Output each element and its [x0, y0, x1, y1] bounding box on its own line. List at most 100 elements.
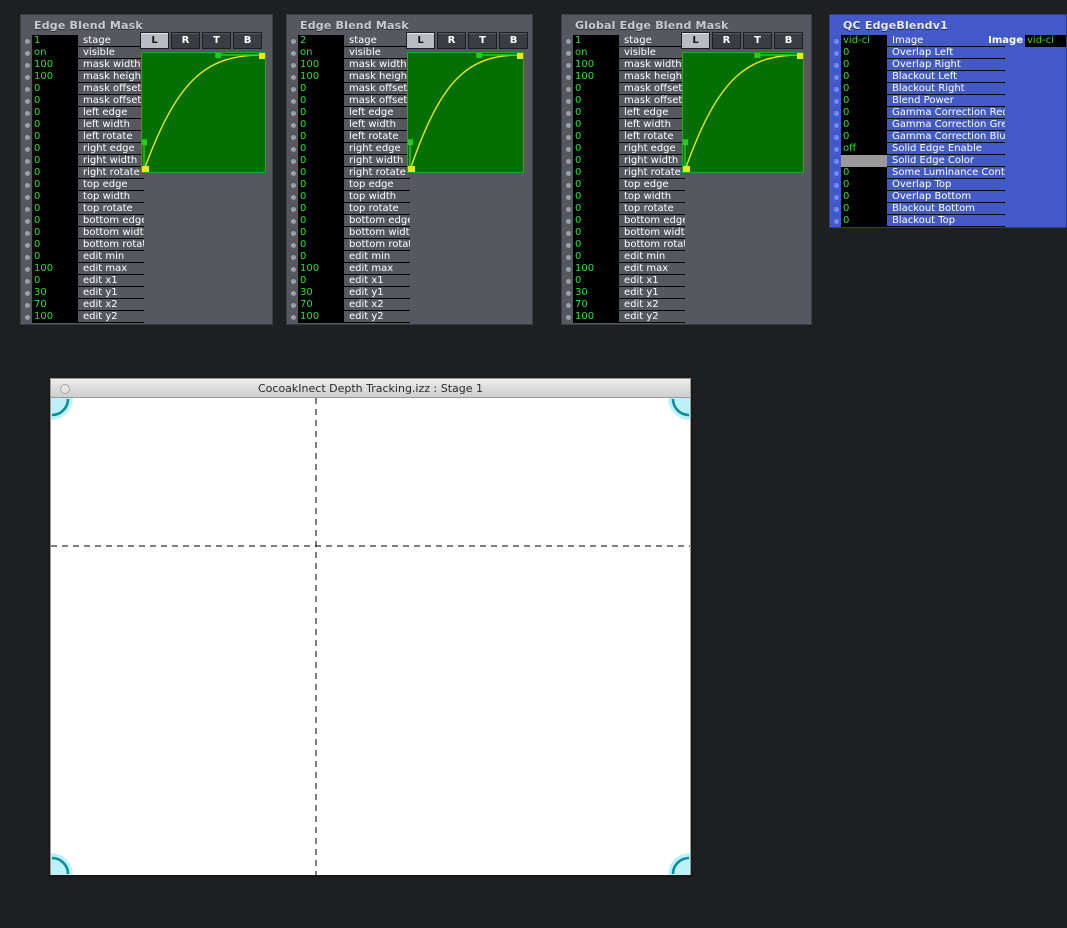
param-bullet-icon[interactable]	[25, 86, 30, 92]
param-bullet-icon[interactable]	[566, 266, 571, 272]
qc-param-row[interactable]: 0 Overlap Bottom	[830, 191, 1066, 203]
param-bullet-icon[interactable]	[25, 254, 30, 260]
param-value[interactable]: 0	[298, 251, 344, 263]
param-value[interactable]: 0	[32, 227, 78, 239]
param-value[interactable]: 0	[298, 215, 344, 227]
param-value[interactable]: 0	[841, 167, 887, 179]
param-bullet-icon[interactable]	[834, 206, 839, 212]
param-value[interactable]: 0	[573, 251, 619, 263]
param-bullet-icon[interactable]	[566, 86, 571, 92]
param-value[interactable]: 0	[298, 107, 344, 119]
param-bullet-icon[interactable]	[25, 134, 30, 140]
param-value[interactable]: 0	[32, 275, 78, 287]
param-row[interactable]: 0 top edge	[21, 179, 272, 191]
lrtb-tab-group[interactable]: LRTB	[140, 32, 262, 49]
param-bullet-icon[interactable]	[25, 314, 30, 320]
param-value[interactable]: 0	[841, 71, 887, 83]
param-value[interactable]: 0	[841, 203, 887, 215]
param-row[interactable]: 0 top width	[562, 191, 811, 203]
param-bullet-icon[interactable]	[834, 62, 839, 68]
param-value[interactable]: 0	[32, 143, 78, 155]
param-bullet-icon[interactable]	[566, 62, 571, 68]
param-value[interactable]: 0	[841, 131, 887, 143]
param-bullet-icon[interactable]	[291, 122, 296, 128]
param-row[interactable]: 0 top edge	[287, 179, 532, 191]
param-value[interactable]: on	[298, 47, 344, 59]
param-value[interactable]: vid-ci	[841, 35, 887, 47]
param-value[interactable]: 0	[298, 179, 344, 191]
param-value[interactable]: 100	[298, 263, 344, 275]
param-value[interactable]: 0	[573, 191, 619, 203]
param-bullet-icon[interactable]	[25, 302, 30, 308]
param-row[interactable]: 100 edit max	[287, 263, 532, 275]
param-bullet-icon[interactable]	[566, 194, 571, 200]
param-bullet-icon[interactable]	[25, 170, 30, 176]
param-row[interactable]: 0 top edge	[562, 179, 811, 191]
param-value[interactable]: 0	[841, 95, 887, 107]
param-value[interactable]: 0	[573, 203, 619, 215]
param-bullet-icon[interactable]	[25, 218, 30, 224]
param-value[interactable]: 0	[573, 107, 619, 119]
param-bullet-icon[interactable]	[834, 170, 839, 176]
param-row[interactable]: 0 edit x1	[562, 275, 811, 287]
param-bullet-icon[interactable]	[25, 194, 30, 200]
param-row[interactable]: 100 edit y2	[562, 311, 811, 323]
param-bullet-icon[interactable]	[291, 158, 296, 164]
param-bullet-icon[interactable]	[25, 242, 30, 248]
param-bullet-icon[interactable]	[566, 38, 571, 44]
param-value[interactable]: 100	[573, 71, 619, 83]
param-bullet-icon[interactable]	[834, 38, 839, 44]
lrtb-tab-group[interactable]: LRTB	[406, 32, 528, 49]
param-bullet-icon[interactable]	[291, 242, 296, 248]
param-value[interactable]: off	[841, 143, 887, 155]
tab-b[interactable]: B	[774, 32, 803, 49]
param-value[interactable]: 0	[573, 155, 619, 167]
param-value[interactable]: 0	[298, 227, 344, 239]
param-row[interactable]: 100 edit max	[562, 263, 811, 275]
param-value[interactable]: 0	[298, 95, 344, 107]
param-row[interactable]: 0 bottom edge	[21, 215, 272, 227]
param-bullet-icon[interactable]	[291, 206, 296, 212]
param-value[interactable]: 0	[573, 215, 619, 227]
curve-graph[interactable]	[141, 52, 266, 173]
param-bullet-icon[interactable]	[291, 38, 296, 44]
param-value[interactable]: 100	[573, 59, 619, 71]
param-row[interactable]: 70 edit x2	[562, 299, 811, 311]
param-row[interactable]: 70 edit x2	[287, 299, 532, 311]
param-bullet-icon[interactable]	[25, 110, 30, 116]
param-value[interactable]: 0	[841, 83, 887, 95]
param-value[interactable]: 2	[298, 35, 344, 47]
param-row[interactable]: 0 bottom width	[562, 227, 811, 239]
tab-b[interactable]: B	[499, 32, 528, 49]
param-bullet-icon[interactable]	[25, 146, 30, 152]
param-bullet-icon[interactable]	[291, 134, 296, 140]
param-value[interactable]: 0	[298, 239, 344, 251]
param-value[interactable]: 0	[32, 179, 78, 191]
param-value[interactable]: 0	[841, 191, 887, 203]
param-bullet-icon[interactable]	[291, 146, 296, 152]
param-value[interactable]: 0	[573, 239, 619, 251]
qc-param-row[interactable]: 0 Blackout Right	[830, 83, 1066, 95]
curve-graph[interactable]	[682, 52, 804, 173]
param-value[interactable]: 0	[32, 239, 78, 251]
param-value[interactable]: 0	[32, 215, 78, 227]
color-swatch[interactable]	[841, 155, 887, 167]
param-value[interactable]: on	[32, 47, 78, 59]
param-row[interactable]: 0 bottom edge	[562, 215, 811, 227]
param-bullet-icon[interactable]	[25, 206, 30, 212]
param-value[interactable]: 0	[841, 215, 887, 227]
param-bullet-icon[interactable]	[834, 122, 839, 128]
param-row[interactable]: 30 edit y1	[21, 287, 272, 299]
param-bullet-icon[interactable]	[566, 110, 571, 116]
param-value[interactable]: 0	[573, 119, 619, 131]
param-bullet-icon[interactable]	[25, 230, 30, 236]
param-value[interactable]: 100	[298, 59, 344, 71]
qc-param-row[interactable]: Solid Edge Color	[830, 155, 1066, 167]
tab-l[interactable]: L	[406, 32, 435, 49]
tab-t[interactable]: T	[468, 32, 497, 49]
param-bullet-icon[interactable]	[25, 38, 30, 44]
param-bullet-icon[interactable]	[291, 86, 296, 92]
param-bullet-icon[interactable]	[291, 230, 296, 236]
param-bullet-icon[interactable]	[566, 314, 571, 320]
tab-r[interactable]: R	[437, 32, 466, 49]
